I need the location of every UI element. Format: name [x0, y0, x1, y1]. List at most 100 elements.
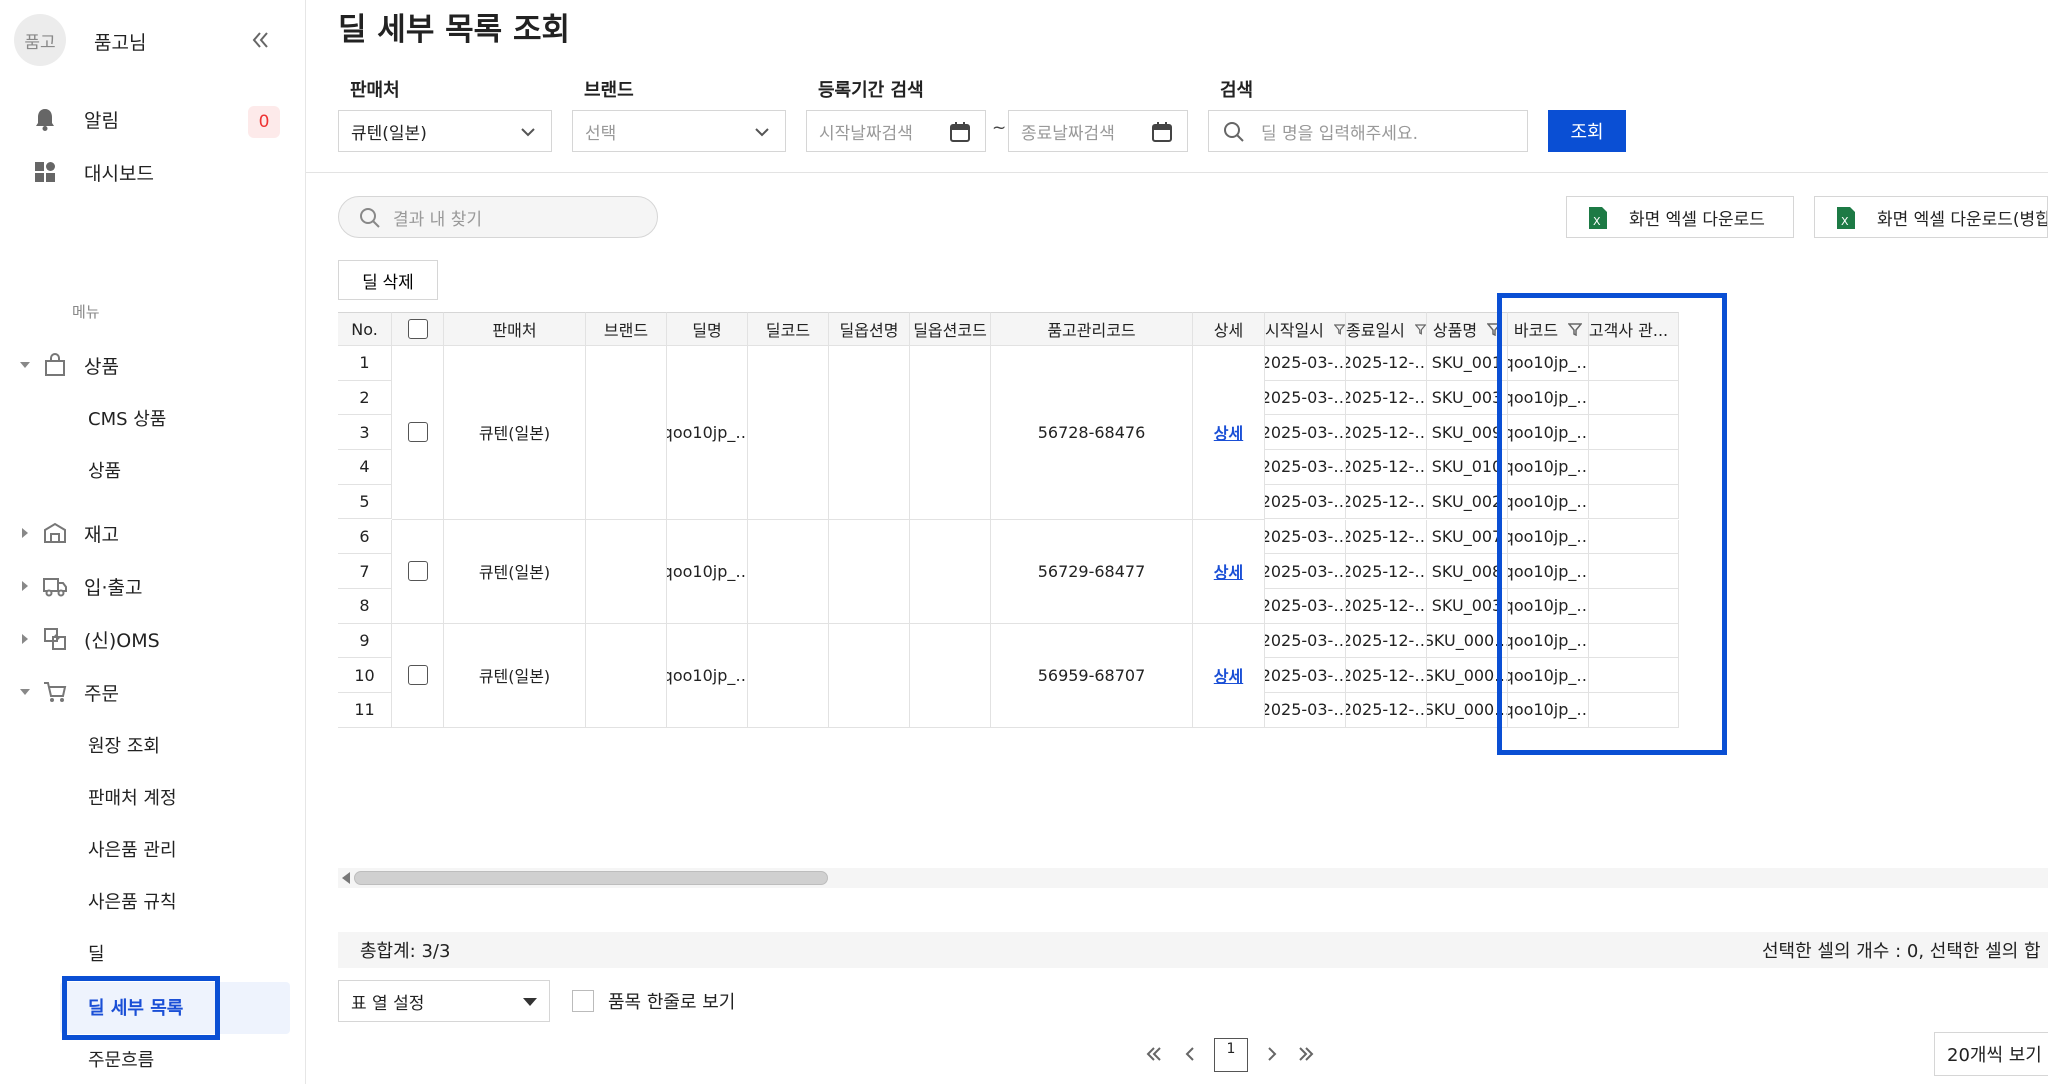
- sidebar-item-deal[interactable]: 딜: [88, 933, 105, 973]
- seller-text: 큐텐(일본): [478, 667, 551, 687]
- sidebar-item-gift-rules[interactable]: 사은품 규칙: [88, 881, 177, 921]
- detail-cell[interactable]: 상세: [1193, 519, 1265, 624]
- detail-link[interactable]: 상세: [1214, 663, 1243, 687]
- inner-result-search-input[interactable]: 결과 내 찾기: [338, 196, 658, 238]
- row-number: 7: [338, 554, 392, 589]
- tree-item-orders[interactable]: 주문: [16, 672, 119, 712]
- end-date-input[interactable]: 종료날짜검색: [1008, 110, 1188, 152]
- sidebar-item-gift-management[interactable]: 사은품 관리: [88, 829, 177, 869]
- end-date-cell: 2025-12-…: [1346, 693, 1427, 728]
- app-root: 품고 품고님 알림 0 대시보드 메뉴 상품 CMS 상품 상품 재고 입·출고…: [0, 0, 2048, 1084]
- product-name-text: SKU_008: [1431, 561, 1503, 581]
- filter-icon[interactable]: [1414, 322, 1426, 336]
- per-page-select[interactable]: 20개씩 보기: [1934, 1032, 2048, 1076]
- end-date-text: 2025-12-…: [1346, 388, 1427, 408]
- row-number-label: 9: [359, 630, 370, 650]
- first-page-icon[interactable]: [1144, 1044, 1164, 1064]
- deal-option-code-cell: [910, 346, 991, 520]
- header-label: 딜옵션코드: [913, 321, 987, 340]
- product-name-text: SKU_002: [1431, 492, 1503, 512]
- sidebar-item-ledger[interactable]: 원장 조회: [88, 725, 160, 765]
- tree-item-label: 재고: [84, 523, 119, 546]
- excel-download-merged-button[interactable]: X 화면 엑셀 다운로드(병합): [1814, 196, 2048, 238]
- header-col-seller: 판매처: [444, 312, 586, 346]
- header-col-brand: 브랜드: [586, 312, 667, 346]
- end-date-cell: 2025-12-…: [1346, 415, 1427, 451]
- detail-cell[interactable]: 상세: [1193, 346, 1265, 520]
- header-col-start-date[interactable]: 시작일시: [1265, 312, 1346, 346]
- next-page-icon[interactable]: [1262, 1044, 1282, 1064]
- search-icon: [360, 208, 380, 228]
- start-date-cell: 2025-03-…: [1265, 554, 1346, 589]
- start-date-cell: 2025-03-…: [1265, 588, 1346, 624]
- detail-link[interactable]: 상세: [1214, 420, 1243, 444]
- brand-select[interactable]: 선택: [572, 110, 786, 152]
- avatar[interactable]: 품고: [14, 14, 66, 66]
- seller-select[interactable]: 큐텐(일본): [338, 110, 552, 152]
- caret-right-icon[interactable]: [16, 630, 34, 648]
- nav-notifications[interactable]: 알림: [30, 99, 119, 139]
- scroll-left-icon[interactable]: [342, 872, 350, 884]
- tree-item-label: 주문: [84, 682, 119, 705]
- one-line-view-toggle[interactable]: 품목 한줄로 보기: [572, 988, 735, 1014]
- row-number-label: 10: [354, 665, 375, 685]
- seller-cell: 큐텐(일본): [444, 519, 586, 624]
- svg-text:X: X: [1841, 215, 1849, 228]
- row-number: 11: [338, 693, 392, 728]
- row-number-label: 2: [359, 388, 370, 408]
- detail-cell[interactable]: 상세: [1193, 623, 1265, 728]
- highlight-box-sidebar: [62, 976, 220, 1040]
- header-col-end-date[interactable]: 종료일시: [1346, 312, 1427, 346]
- header-col-select[interactable]: [392, 312, 444, 346]
- delete-deal-button[interactable]: 딜 삭제: [338, 260, 438, 300]
- collapse-sidebar-icon[interactable]: [246, 26, 274, 54]
- calendar-icon[interactable]: [1151, 121, 1173, 143]
- start-date-input[interactable]: 시작날짜검색: [806, 110, 986, 152]
- nav-dashboard[interactable]: 대시보드: [30, 152, 154, 192]
- seller-cell: 큐텐(일본): [444, 346, 586, 520]
- tree-item-inventory[interactable]: 재고: [16, 513, 119, 553]
- excel-icon: X: [1589, 207, 1607, 229]
- caret-right-icon[interactable]: [16, 577, 34, 595]
- caret-down-icon[interactable]: [16, 356, 34, 374]
- row-number: 5: [338, 484, 392, 520]
- product-name-text: SKU_001: [1431, 353, 1503, 373]
- scrollbar-thumb[interactable]: [354, 871, 828, 885]
- header-col-manage-code: 품고관리코드: [991, 312, 1193, 346]
- row-number: 6: [338, 519, 392, 555]
- deal-name-text: qoo10jp_…: [667, 561, 748, 581]
- sidebar-item-cms-products[interactable]: CMS 상품: [88, 398, 166, 438]
- caret-down-icon[interactable]: [16, 683, 34, 701]
- end-date-text: 2025-12-…: [1346, 492, 1427, 512]
- prev-page-icon[interactable]: [1180, 1044, 1200, 1064]
- select-all-checkbox[interactable]: [407, 319, 428, 339]
- column-setting-select[interactable]: 표 열 설정: [338, 980, 550, 1022]
- current-page-button[interactable]: 1: [1214, 1038, 1248, 1072]
- filter-icon[interactable]: [1333, 322, 1345, 336]
- query-button[interactable]: 조회: [1548, 110, 1626, 152]
- start-date-text: 2025-03-…: [1265, 665, 1346, 685]
- caret-right-icon[interactable]: [16, 524, 34, 542]
- manage-code-cell: 56728-68476: [991, 346, 1193, 520]
- excel-download-button[interactable]: X 화면 엑셀 다운로드: [1566, 196, 1794, 238]
- one-line-checkbox[interactable]: [572, 990, 594, 1012]
- row-checkbox[interactable]: [407, 561, 428, 582]
- sidebar: 품고 품고님 알림 0 대시보드 메뉴 상품 CMS 상품 상품 재고 입·출고…: [0, 0, 306, 1084]
- row-checkbox[interactable]: [407, 665, 428, 686]
- manage-code-cell: 56959-68707: [991, 623, 1193, 728]
- product-name-cell: SKU_000…: [1427, 623, 1508, 659]
- row-checkbox[interactable]: [407, 422, 428, 443]
- sidebar-item-seller-account[interactable]: 판매처 계정: [88, 777, 177, 817]
- calendar-icon[interactable]: [949, 121, 971, 143]
- tree-item-products[interactable]: 상품: [16, 345, 119, 385]
- tree-item-inbound-outbound[interactable]: 입·출고: [16, 566, 142, 606]
- row-number-label: 4: [359, 457, 370, 477]
- sidebar-item-products[interactable]: 상품: [88, 450, 121, 490]
- header-label: 판매처: [492, 321, 537, 340]
- sidebar-item-order-flow[interactable]: 주문흐름: [88, 1039, 154, 1079]
- tree-item-oms[interactable]: (신)OMS: [16, 619, 160, 659]
- detail-link[interactable]: 상세: [1214, 559, 1243, 583]
- deal-search-input[interactable]: 딜 명을 입력해주세요.: [1208, 110, 1528, 152]
- header-col-product-name[interactable]: 상품명: [1427, 312, 1508, 346]
- last-page-icon[interactable]: [1296, 1044, 1316, 1064]
